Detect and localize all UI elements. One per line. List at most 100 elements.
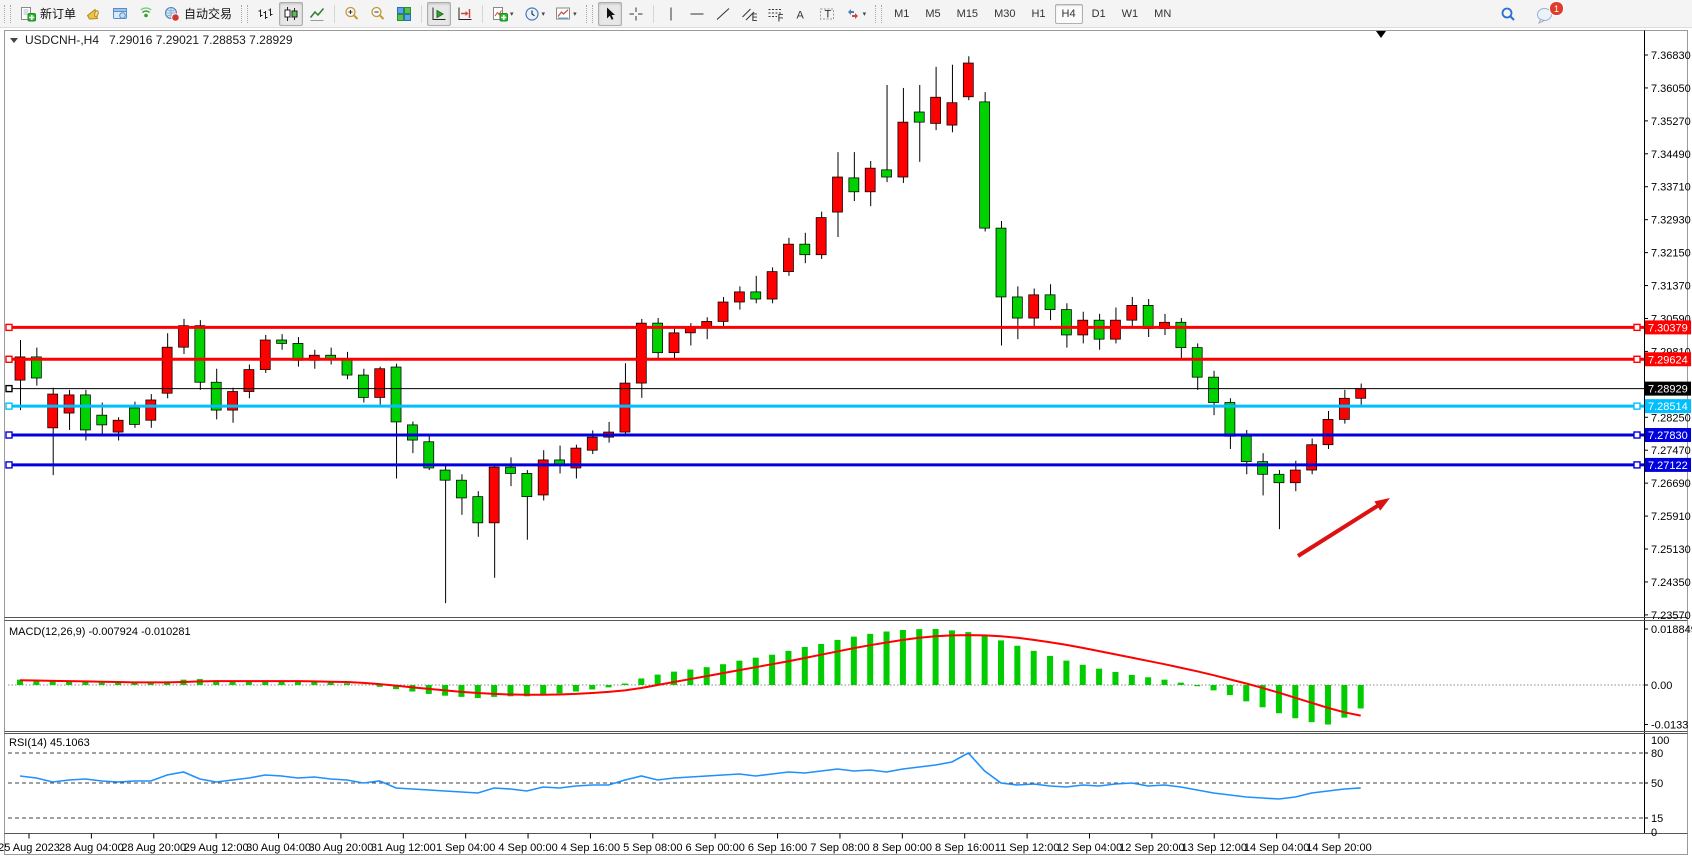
vertical-line-icon	[663, 6, 679, 22]
line-handle[interactable]	[1634, 462, 1640, 468]
timeframe-h1-button[interactable]: H1	[1024, 4, 1052, 24]
timeframe-m1-button[interactable]: M1	[887, 4, 916, 24]
rsi-tick-label: 0	[1651, 827, 1657, 839]
line-handle[interactable]	[6, 386, 12, 392]
tile-windows-button[interactable]	[392, 2, 416, 26]
candle-up	[734, 292, 744, 302]
signals-button[interactable]	[134, 2, 158, 26]
time-tick-label: 11 Sep 12:00	[995, 842, 1060, 854]
market-window-icon	[112, 6, 128, 22]
price-tick-label: 7.36830	[1651, 50, 1691, 62]
candlestick-series	[15, 56, 1366, 603]
candle-down	[1241, 436, 1251, 461]
auto-trading-button[interactable]: 自动交易	[160, 2, 236, 26]
price-badge-label: 7.27122	[1648, 460, 1688, 472]
auto-scroll-button[interactable]	[427, 2, 451, 26]
line-handle[interactable]	[6, 432, 12, 438]
timeframe-m5-button[interactable]: M5	[918, 4, 947, 24]
candle-down	[849, 178, 859, 192]
search-icon	[1499, 6, 1517, 24]
equidistant-channel-button[interactable]: E	[737, 2, 761, 26]
chart-canvas[interactable]: 7.368307.360507.352707.344907.337107.329…	[0, 28, 1692, 857]
dropdown-arrow-icon[interactable]: ▾	[863, 10, 867, 18]
bar-chart-icon	[257, 6, 273, 22]
line-handle[interactable]	[6, 403, 12, 409]
timeframe-m15-button[interactable]: M15	[950, 4, 985, 24]
cursor-button[interactable]	[598, 2, 622, 26]
crosshair-button[interactable]	[624, 2, 648, 26]
market-window-button[interactable]	[108, 2, 132, 26]
bar-chart-button[interactable]	[253, 2, 277, 26]
time-tick-label: 4 Sep 16:00	[561, 842, 620, 854]
candle-down	[293, 343, 303, 360]
candlestick-button[interactable]	[279, 2, 303, 26]
price-badge-label: 7.28514	[1648, 401, 1688, 413]
candle-up	[669, 333, 679, 353]
new-order-button[interactable]: 新订单	[16, 2, 80, 26]
arrows-button[interactable]: ▾	[841, 2, 871, 26]
line-chart-button[interactable]	[305, 2, 329, 26]
arrow-annotation[interactable]	[1298, 498, 1390, 556]
dropdown-arrow-icon[interactable]: ▾	[510, 10, 514, 18]
search-button[interactable]	[1495, 3, 1521, 27]
price-tick-label: 7.33710	[1651, 182, 1691, 194]
auto-trading-label: 自动交易	[184, 5, 232, 22]
price-tick-label: 7.24350	[1651, 577, 1691, 589]
price-axis[interactable]: 7.368307.360507.352707.344907.337107.329…	[1644, 50, 1691, 622]
timeframe-w1-button[interactable]: W1	[1115, 4, 1146, 24]
candle-up	[865, 168, 875, 192]
text-label-button[interactable]: T	[815, 2, 839, 26]
cursor-icon	[602, 6, 618, 22]
periods-icon	[524, 6, 540, 22]
zoom-out-button[interactable]	[366, 2, 390, 26]
chart-shift-button[interactable]	[453, 2, 477, 26]
timeframe-m30-button[interactable]: M30	[987, 4, 1022, 24]
text-button[interactable]: A	[789, 2, 813, 26]
time-tick-label: 4 Sep 00:00	[498, 842, 557, 854]
timeframe-d1-button[interactable]: D1	[1085, 4, 1113, 24]
horizontal-line-button[interactable]	[685, 2, 709, 26]
rsi-label: RSI(14) 45.1063	[9, 737, 90, 749]
new-order-label: 新订单	[40, 5, 76, 22]
rsi-tick-label: 100	[1651, 735, 1669, 747]
rsi-line	[20, 753, 1361, 799]
candle-down	[391, 367, 401, 422]
toolbar-grip	[4, 5, 11, 23]
dropdown-arrow-icon[interactable]: ▾	[542, 10, 546, 18]
templates-button[interactable]: ▾	[551, 2, 581, 26]
ohlc-values: 7.29016 7.29021 7.28853 7.28929	[109, 33, 293, 47]
collapse-triangle-icon[interactable]	[10, 38, 18, 43]
price-badge-label: 7.30379	[1648, 322, 1688, 334]
line-handle[interactable]	[6, 324, 12, 330]
horizontal-lines[interactable]	[6, 324, 1644, 468]
dropdown-arrow-icon[interactable]: ▾	[573, 10, 577, 18]
vertical-line-button[interactable]	[659, 2, 683, 26]
timeframe-h4-button[interactable]: H4	[1055, 4, 1083, 24]
time-tick-label: 30 Aug 20:00	[308, 842, 373, 854]
candle-up	[767, 272, 777, 299]
macd-tick-label: 0.018849	[1651, 624, 1692, 636]
line-handle[interactable]	[1634, 432, 1640, 438]
time-tick-label: 31 Aug 12:00	[371, 842, 436, 854]
line-handle[interactable]	[1634, 324, 1640, 330]
megaphone-button[interactable]	[82, 2, 106, 26]
line-handle[interactable]	[1634, 356, 1640, 362]
line-handle[interactable]	[1634, 403, 1640, 409]
time-axis[interactable]: 25 Aug 202328 Aug 04:0028 Aug 20:0029 Au…	[0, 834, 1372, 855]
toolbar: 新订单 自动交易 ▾ ▾ ▾ EFAT ▾ M1M5M15M30H1H4D1W1MN	[0, 0, 1692, 28]
price-tick-label: 7.27470	[1651, 445, 1691, 457]
trendline-button[interactable]	[711, 2, 735, 26]
candle-down	[1192, 348, 1202, 378]
line-handle[interactable]	[6, 356, 12, 362]
timeframe-mn-button[interactable]: MN	[1147, 4, 1178, 24]
indicators-button[interactable]: ▾	[488, 2, 518, 26]
chart-window[interactable]: 7.368307.360507.352707.344907.337107.329…	[0, 28, 1692, 857]
candle-down	[407, 425, 417, 440]
candle-down	[1061, 310, 1071, 335]
notifications-button[interactable]: 1	[1531, 3, 1559, 27]
candle-down	[456, 480, 466, 498]
zoom-in-button[interactable]	[340, 2, 364, 26]
fibonacci-button[interactable]: F	[763, 2, 787, 26]
periods-button[interactable]: ▾	[520, 2, 550, 26]
line-handle[interactable]	[6, 462, 12, 468]
